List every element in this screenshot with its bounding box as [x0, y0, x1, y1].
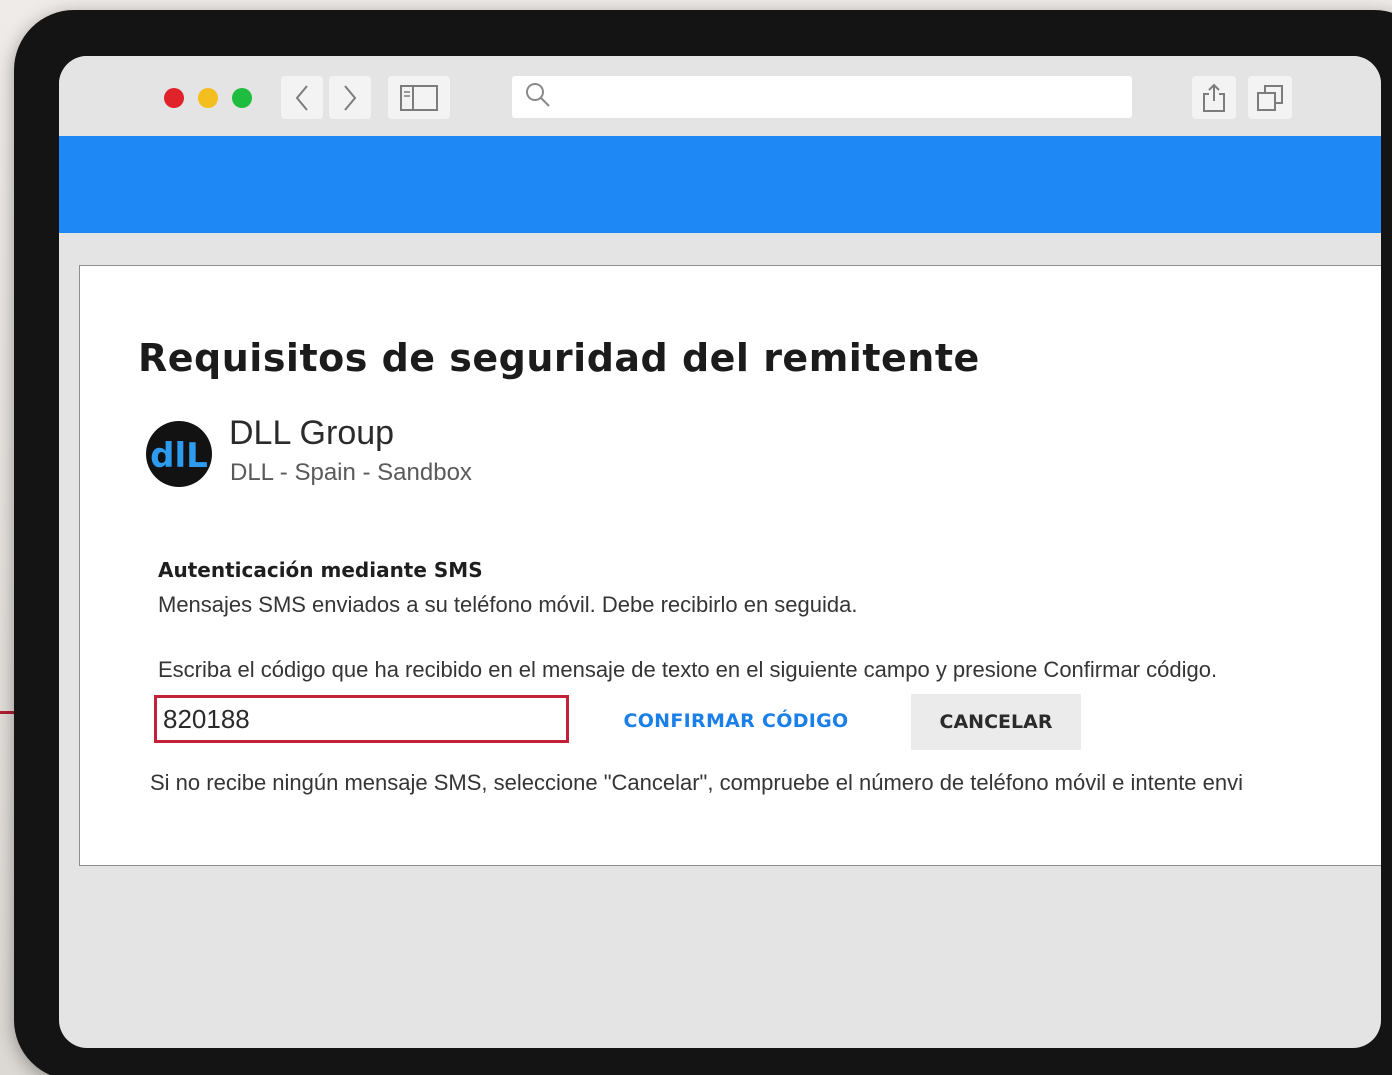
auth-method-title: Autenticación mediante SMS: [158, 558, 483, 582]
minimize-window-dot[interactable]: [198, 88, 218, 108]
org-subtitle: DLL - Spain - Sandbox: [230, 459, 472, 486]
tabs-icon: [1256, 84, 1284, 112]
browser-screen: Requisitos de seguridad del remitente dl…: [59, 56, 1381, 1048]
forward-button[interactable]: [329, 76, 371, 119]
cancel-button[interactable]: CANCELAR: [911, 694, 1081, 750]
search-icon: [524, 81, 552, 114]
browser-toolbar: [59, 56, 1381, 136]
site-header-bar: [59, 136, 1381, 233]
org-name: DLL Group: [229, 414, 395, 452]
back-button[interactable]: [281, 76, 323, 119]
close-window-dot[interactable]: [164, 88, 184, 108]
tablet-frame: Requisitos de seguridad del remitente dl…: [14, 10, 1392, 1075]
page-title: Requisitos de seguridad del remitente: [138, 336, 980, 380]
confirm-code-button[interactable]: CONFIRMAR CÓDIGO: [610, 695, 862, 747]
sidebar-icon: [400, 84, 438, 111]
security-card: Requisitos de seguridad del remitente dl…: [79, 265, 1381, 866]
forward-icon: [342, 84, 358, 112]
share-button[interactable]: [1192, 76, 1236, 119]
back-icon: [294, 84, 310, 112]
logo-text: dlL: [150, 436, 208, 476]
share-icon: [1201, 83, 1227, 113]
sms-help-text: Si no recibe ningún mensaje SMS, selecci…: [150, 770, 1244, 795]
zoom-window-dot[interactable]: [232, 88, 252, 108]
dll-logo: dlL: [146, 421, 212, 487]
code-instructions: Escriba el código que ha recibido en el …: [158, 657, 1218, 682]
address-bar[interactable]: [512, 76, 1132, 118]
stage: Requisitos de seguridad del remitente dl…: [0, 0, 1392, 1075]
sms-code-input[interactable]: [154, 695, 569, 743]
sidebar-button[interactable]: [388, 76, 450, 119]
tabs-button[interactable]: [1248, 76, 1292, 119]
auth-method-description: Mensajes SMS enviados a su teléfono móvi…: [158, 592, 858, 617]
